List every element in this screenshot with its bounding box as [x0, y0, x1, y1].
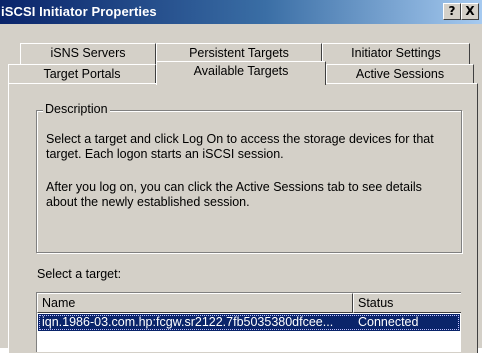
- tab-label: Persistent Targets: [189, 46, 289, 60]
- focus-rectangle: [39, 315, 459, 330]
- column-header-status[interactable]: Status: [353, 293, 461, 313]
- target-list[interactable]: Name Status iqn.1986-03.com.hp:fcgw.sr21…: [36, 292, 461, 352]
- description-legend: Description: [43, 102, 110, 116]
- tab-initiator-settings[interactable]: Initiator Settings: [322, 43, 470, 64]
- description-text-1: Select a target and click Log On to acce…: [46, 132, 434, 161]
- tab-label: Available Targets: [193, 64, 289, 78]
- column-header-name[interactable]: Name: [37, 293, 353, 313]
- description-text-2: After you log on, you can click the Acti…: [46, 180, 422, 209]
- title-bar[interactable]: iSCSI Initiator Properties ? X: [0, 0, 482, 24]
- tab-label: iSNS Servers: [50, 46, 126, 60]
- select-target-label: Select a target:: [37, 267, 122, 281]
- table-row[interactable]: iqn.1986-03.com.hp:fcgw.sr2122.7fb503538…: [38, 314, 460, 331]
- tab-label: Active Sessions: [355, 67, 445, 81]
- tab-isns-servers[interactable]: iSNS Servers: [20, 43, 156, 64]
- tab-available-targets[interactable]: Available Targets: [156, 61, 326, 85]
- tab-active-sessions[interactable]: Active Sessions: [326, 64, 474, 85]
- tab-label: Initiator Settings: [351, 46, 441, 60]
- window-title: iSCSI Initiator Properties: [1, 4, 157, 19]
- close-button[interactable]: X: [461, 3, 479, 20]
- tab-target-portals[interactable]: Target Portals: [8, 64, 156, 85]
- iscsi-properties-dialog: iSCSI Initiator Properties ? X iSNS Serv…: [0, 0, 482, 353]
- help-button[interactable]: ?: [443, 3, 461, 20]
- tab-label: Target Portals: [43, 67, 121, 81]
